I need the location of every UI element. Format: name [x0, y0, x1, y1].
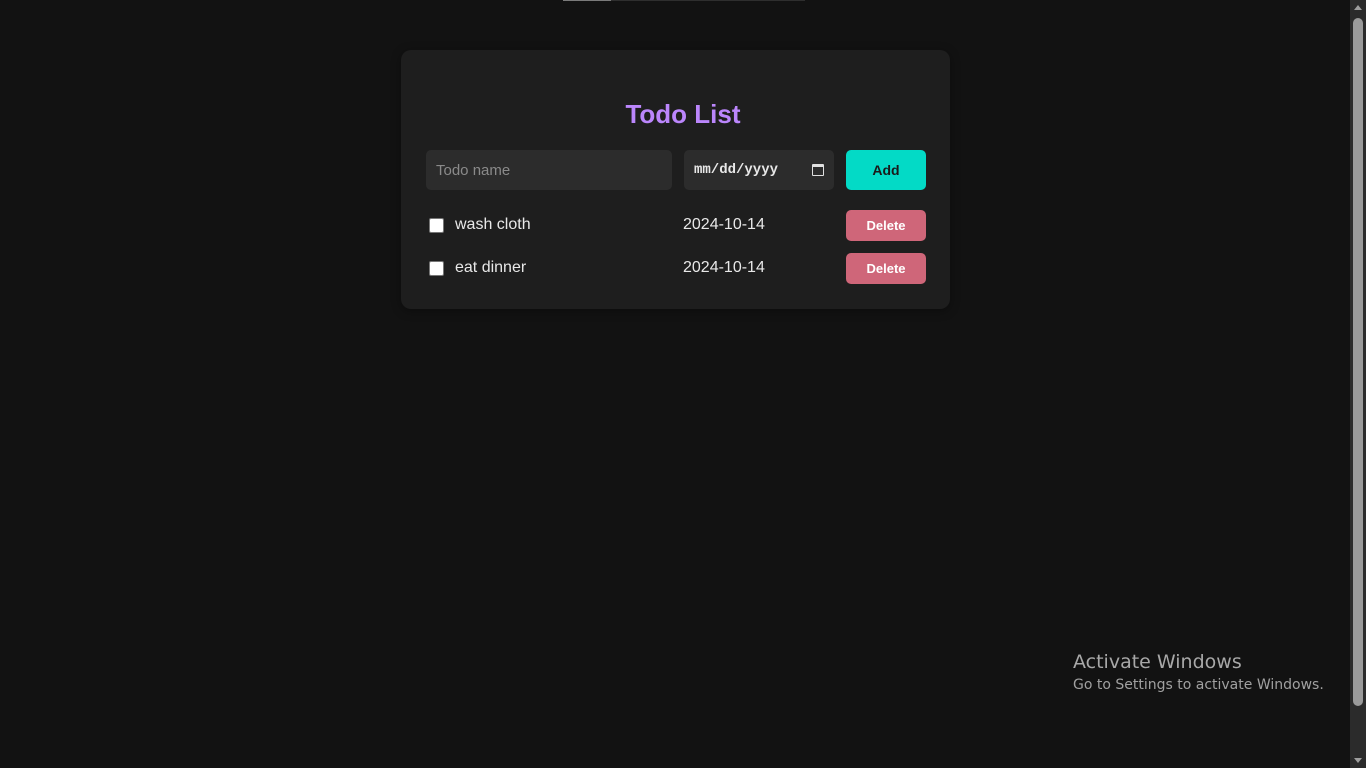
watermark-title: Activate Windows [1073, 651, 1242, 673]
todo-item-name: eat dinner [455, 259, 527, 276]
vertical-scrollbar[interactable] [1350, 0, 1366, 768]
todo-checkbox[interactable] [429, 218, 444, 233]
page: Todo List mm/dd/yyyy Add wash cloth 2024… [0, 0, 1366, 768]
todo-item: wash cloth 2024-10-14 Delete [426, 210, 926, 241]
todo-date-input[interactable]: mm/dd/yyyy [684, 150, 834, 190]
todo-item: eat dinner 2024-10-14 Delete [426, 253, 926, 284]
calendar-icon[interactable] [812, 164, 824, 176]
top-tab-strip [563, 0, 805, 1]
watermark-subtitle: Go to Settings to activate Windows. [1073, 677, 1324, 693]
todo-item-date: 2024-10-14 [683, 259, 765, 276]
add-button[interactable]: Add [846, 150, 926, 190]
delete-button[interactable]: Delete [846, 253, 926, 284]
scroll-down-arrow-icon[interactable] [1354, 758, 1362, 763]
scroll-up-arrow-icon[interactable] [1354, 5, 1362, 10]
todo-item-name: wash cloth [455, 216, 531, 233]
page-title: Todo List [625, 99, 741, 129]
activate-windows-watermark: Activate Windows Go to Settings to activ… [1073, 651, 1324, 693]
top-tab-indicator [563, 0, 611, 1]
scrollbar-thumb[interactable] [1353, 18, 1363, 706]
todo-item-date: 2024-10-14 [683, 216, 765, 233]
todo-checkbox[interactable] [429, 261, 444, 276]
date-input-placeholder: mm/dd/yyyy [694, 162, 779, 178]
delete-button[interactable]: Delete [846, 210, 926, 241]
todo-name-input[interactable] [426, 150, 672, 190]
